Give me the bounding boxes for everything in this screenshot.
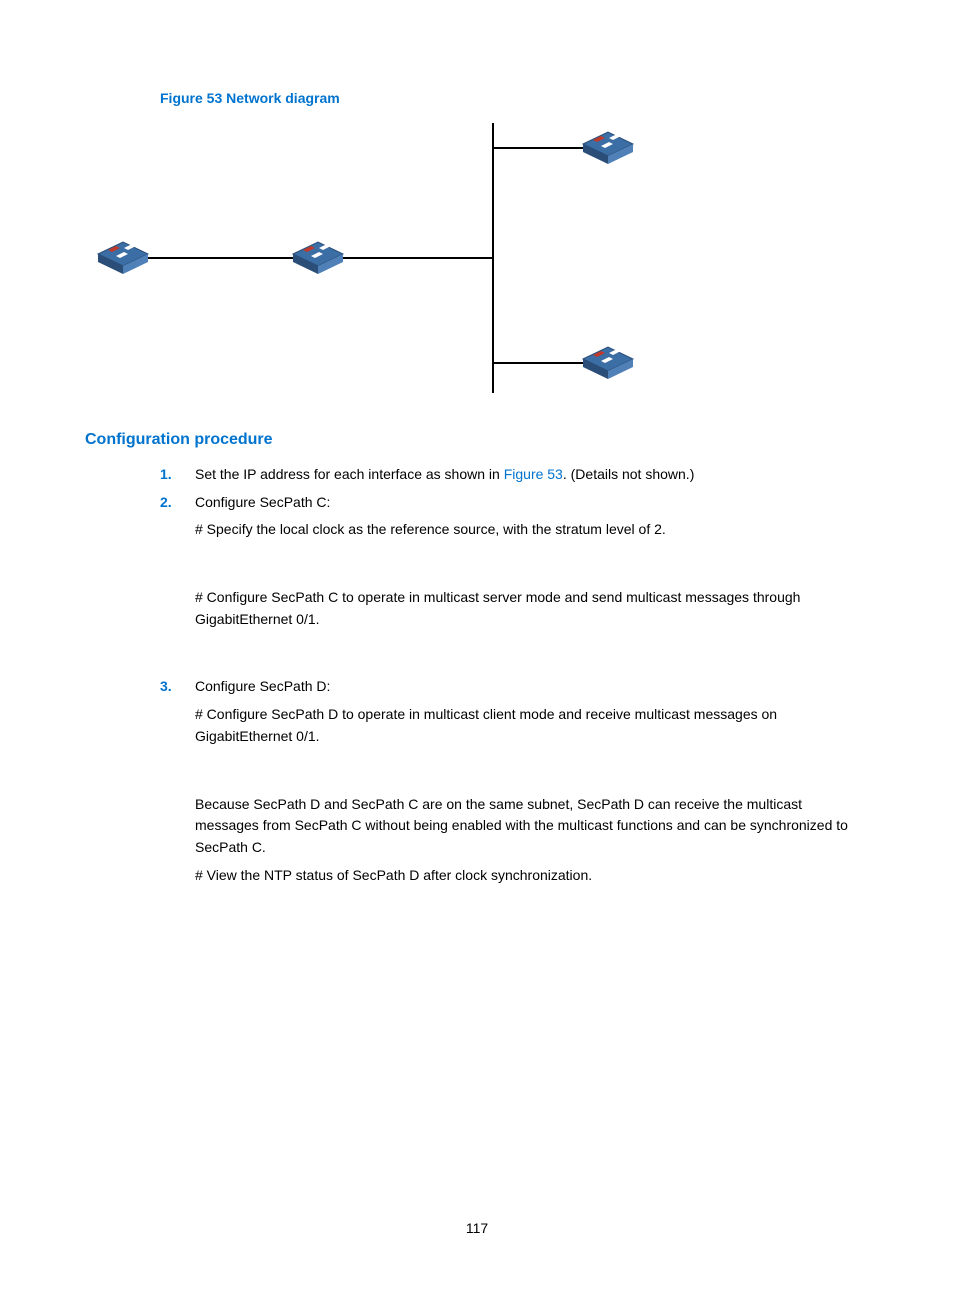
spacer — [195, 541, 869, 581]
page-number: 117 — [0, 1220, 954, 1236]
text-suffix: . (Details not shown.) — [563, 466, 695, 482]
step-text: Set the IP address for each interface as… — [195, 466, 694, 482]
step-block: # Specify the local clock as the referen… — [195, 519, 869, 541]
spacer — [195, 748, 869, 788]
step-block: # View the NTP status of SecPath D after… — [195, 865, 869, 887]
text-prefix: Set the IP address for each interface as… — [195, 466, 504, 482]
step-marker: 3. — [160, 676, 172, 698]
step-marker: 1. — [160, 464, 172, 486]
step-block: # Configure SecPath C to operate in mult… — [195, 587, 869, 630]
procedure-list: 1. Set the IP address for each interface… — [85, 464, 869, 886]
step-block: # Configure SecPath D to operate in mult… — [195, 704, 869, 747]
figure-link[interactable]: Figure 53 — [504, 466, 563, 482]
step-3: 3. Configure SecPath D: # Configure SecP… — [160, 676, 869, 886]
figure-caption: Figure 53 Network diagram — [160, 90, 869, 106]
section-heading: Configuration procedure — [85, 431, 869, 449]
spacer — [195, 630, 869, 670]
network-diagram — [93, 118, 869, 401]
page: Figure 53 Network diagram — [0, 0, 954, 1296]
step-title: Configure SecPath C: — [195, 494, 330, 510]
step-block: Because SecPath D and SecPath C are on t… — [195, 794, 869, 859]
step-1: 1. Set the IP address for each interface… — [160, 464, 869, 486]
step-marker: 2. — [160, 492, 172, 514]
step-title: Configure SecPath D: — [195, 678, 330, 694]
step-2: 2. Configure SecPath C: # Specify the lo… — [160, 492, 869, 671]
